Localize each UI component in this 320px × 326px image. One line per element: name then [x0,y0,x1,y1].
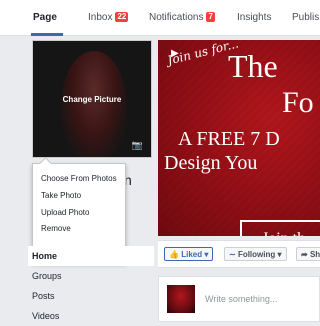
tab-page[interactable]: Page [33,12,57,23]
tab-inbox[interactable]: Inbox 22 [88,12,129,23]
following-label: Following [237,250,276,259]
tab-publishing-tools[interactable]: Publis [292,12,319,23]
menu-choose-from-photos[interactable]: Choose From Photos [41,174,117,183]
share-label: Sh [309,250,320,259]
thumbs-up-icon: 👍 [169,250,179,259]
sidebar-item-groups[interactable]: Groups [28,266,154,286]
menu-upload-photo[interactable]: Upload Photo [41,208,89,217]
post-composer: Write something... [158,276,320,322]
liked-button[interactable]: 👍 Liked ▾ [164,247,214,261]
notifications-count-badge: 7 [206,12,215,22]
following-button[interactable]: ∼ Following ▾ [224,247,287,261]
menu-caret [39,157,52,170]
sidebar-item-posts[interactable]: Posts [28,286,154,306]
sidebar-item-videos[interactable]: Videos [28,306,154,326]
profile-photo-subject [61,51,127,157]
cover-subheading-line1: A FREE 7 D [178,128,280,150]
avatar [167,285,195,313]
page-action-bar: 👍 Liked ▾ ∼ Following ▾ ➦ Sh [158,240,320,268]
active-tab-indicator [31,33,63,36]
cover-join-button[interactable]: Join th [240,220,320,236]
page-top-nav: Page Inbox 22 Notifications 7 Insights Pub… [0,0,320,36]
rss-icon: ∼ [229,250,236,259]
cover-heading-line2: Fo [282,86,314,119]
menu-remove[interactable]: Remove [41,224,71,233]
tab-notifications[interactable]: Notifications 7 [149,12,215,23]
profile-picture[interactable]: Change Picture 📷 [32,40,152,158]
composer-input[interactable]: Write something... [205,294,277,304]
cover-subheading-line2: Design You [164,152,258,174]
sidebar-item-home[interactable]: Home [28,246,154,266]
tab-inbox-label: Inbox [88,12,113,23]
share-arrow-icon: ➦ [301,250,308,259]
camera-icon[interactable]: 📷 [132,140,143,151]
tab-insights[interactable]: Insights [237,12,271,23]
cover-photo[interactable]: ▶ Join us for... The Fo A FREE 7 D Desig… [158,40,320,236]
inbox-count-badge: 22 [115,12,129,22]
menu-take-photo[interactable]: Take Photo [41,191,81,200]
cover-heading-line1: The [228,48,278,84]
chevron-down-icon: ▾ [277,250,282,259]
liked-label: Liked [181,250,203,259]
change-picture-label[interactable]: Change Picture [33,95,151,104]
share-button[interactable]: ➦ Sh [296,247,320,261]
tab-notifications-label: Notifications [149,12,204,23]
chevron-down-icon: ▾ [204,250,209,259]
